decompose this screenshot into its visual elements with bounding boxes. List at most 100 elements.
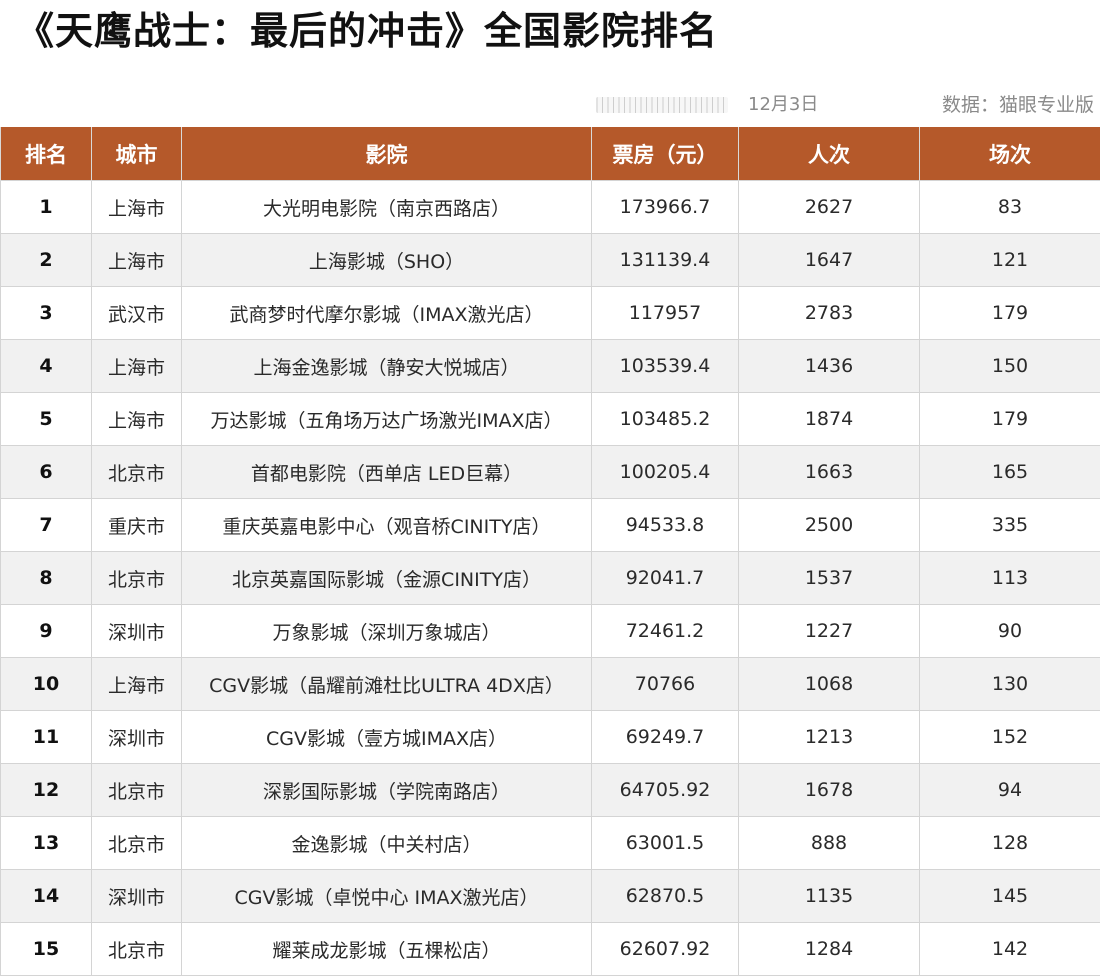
date-label: 12月3日 [748,92,818,118]
cell-cinema: 武商梦时代摩尔影城（IMAX激光店） [182,287,592,340]
cell-box-office: 72461.2 [592,605,739,658]
cell-rank: 4 [1,340,92,393]
cell-screenings: 179 [920,287,1100,340]
cell-rank: 9 [1,605,92,658]
cell-rank: 8 [1,552,92,605]
cell-cinema: CGV影城（卓悦中心 IMAX激光店） [182,870,592,923]
cell-cinema: 首都电影院（西单店 LED巨幕） [182,446,592,499]
table-body: 1上海市大光明电影院（南京西路店）173966.72627832上海市上海影城（… [1,181,1100,976]
cell-screenings: 113 [920,552,1100,605]
cell-admissions: 1068 [739,658,920,711]
cell-city: 北京市 [92,552,182,605]
cell-cinema: 深影国际影城（学院南路店） [182,764,592,817]
cell-admissions: 1135 [739,870,920,923]
cell-cinema: 大光明电影院（南京西路店） [182,181,592,234]
table-row: 11深圳市CGV影城（壹方城IMAX店）69249.71213152 [1,711,1100,764]
cell-city: 上海市 [92,340,182,393]
cell-city: 北京市 [92,817,182,870]
table-row: 7重庆市重庆英嘉电影中心（观音桥CINITY店）94533.82500335 [1,499,1100,552]
cell-box-office: 70766 [592,658,739,711]
cell-box-office: 103485.2 [592,393,739,446]
table-row: 3武汉市武商梦时代摩尔影城（IMAX激光店）1179572783179 [1,287,1100,340]
cell-rank: 11 [1,711,92,764]
cell-screenings: 145 [920,870,1100,923]
cell-city: 深圳市 [92,711,182,764]
cell-cinema: CGV影城（晶耀前滩杜比ULTRA 4DX店） [182,658,592,711]
cell-box-office: 103539.4 [592,340,739,393]
cell-rank: 5 [1,393,92,446]
table-row: 12北京市深影国际影城（学院南路店）64705.92167894 [1,764,1100,817]
cell-screenings: 152 [920,711,1100,764]
table-row: 13北京市金逸影城（中关村店）63001.5888128 [1,817,1100,870]
cell-admissions: 2627 [739,181,920,234]
table-row: 15北京市耀莱成龙影城（五棵松店）62607.921284142 [1,923,1100,976]
table-row: 1上海市大光明电影院（南京西路店）173966.7262783 [1,181,1100,234]
table-row: 14深圳市CGV影城（卓悦中心 IMAX激光店）62870.51135145 [1,870,1100,923]
cell-box-office: 63001.5 [592,817,739,870]
cell-cinema: 金逸影城（中关村店） [182,817,592,870]
cell-cinema: 耀莱成龙影城（五棵松店） [182,923,592,976]
cell-rank: 7 [1,499,92,552]
cell-screenings: 128 [920,817,1100,870]
cell-screenings: 165 [920,446,1100,499]
cell-box-office: 92041.7 [592,552,739,605]
cell-admissions: 2500 [739,499,920,552]
meta-row: 12月3日 数据：猫眼专业版 [0,90,1100,120]
cell-screenings: 179 [920,393,1100,446]
cell-city: 武汉市 [92,287,182,340]
cell-box-office: 94533.8 [592,499,739,552]
table-row: 10上海市CGV影城（晶耀前滩杜比ULTRA 4DX店）707661068130 [1,658,1100,711]
cell-rank: 6 [1,446,92,499]
cell-admissions: 2783 [739,287,920,340]
cell-admissions: 1874 [739,393,920,446]
cell-screenings: 142 [920,923,1100,976]
table-row: 6北京市首都电影院（西单店 LED巨幕）100205.41663165 [1,446,1100,499]
cell-admissions: 1213 [739,711,920,764]
header-box-office: 票房（元） [592,127,739,181]
table-row: 2上海市上海影城（SHO）131139.41647121 [1,234,1100,287]
cell-screenings: 150 [920,340,1100,393]
cell-cinema: 重庆英嘉电影中心（观音桥CINITY店） [182,499,592,552]
table-row: 9深圳市万象影城（深圳万象城店）72461.2122790 [1,605,1100,658]
source-label: 数据：猫眼专业版 [942,92,1094,118]
cell-screenings: 83 [920,181,1100,234]
cell-admissions: 1647 [739,234,920,287]
cinema-ranking-table: 排名 城市 影院 票房（元） 人次 场次 1上海市大光明电影院（南京西路店）17… [0,127,1100,976]
cell-city: 上海市 [92,181,182,234]
cell-admissions: 1227 [739,605,920,658]
header-city: 城市 [92,127,182,181]
cell-screenings: 121 [920,234,1100,287]
cell-city: 上海市 [92,393,182,446]
cell-cinema: 万达影城（五角场万达广场激光IMAX店） [182,393,592,446]
watermark-blur [596,97,728,113]
header-admissions: 人次 [739,127,920,181]
header-screenings: 场次 [920,127,1100,181]
cell-box-office: 62870.5 [592,870,739,923]
cell-rank: 10 [1,658,92,711]
cell-screenings: 130 [920,658,1100,711]
cell-admissions: 1284 [739,923,920,976]
header-rank: 排名 [1,127,92,181]
cell-city: 重庆市 [92,499,182,552]
cell-rank: 13 [1,817,92,870]
table-row: 8北京市北京英嘉国际影城（金源CINITY店）92041.71537113 [1,552,1100,605]
cell-admissions: 1678 [739,764,920,817]
cell-admissions: 1436 [739,340,920,393]
cell-rank: 12 [1,764,92,817]
cell-rank: 2 [1,234,92,287]
cell-box-office: 117957 [592,287,739,340]
cell-city: 上海市 [92,234,182,287]
cell-city: 深圳市 [92,605,182,658]
cell-cinema: 上海影城（SHO） [182,234,592,287]
table-header-row: 排名 城市 影院 票房（元） 人次 场次 [1,127,1100,181]
cell-screenings: 335 [920,499,1100,552]
cell-cinema: 北京英嘉国际影城（金源CINITY店） [182,552,592,605]
cell-admissions: 1537 [739,552,920,605]
cell-city: 北京市 [92,446,182,499]
cell-city: 上海市 [92,658,182,711]
table-row: 4上海市上海金逸影城（静安大悦城店）103539.41436150 [1,340,1100,393]
cell-rank: 1 [1,181,92,234]
cell-cinema: CGV影城（壹方城IMAX店） [182,711,592,764]
cell-box-office: 64705.92 [592,764,739,817]
cell-city: 北京市 [92,923,182,976]
